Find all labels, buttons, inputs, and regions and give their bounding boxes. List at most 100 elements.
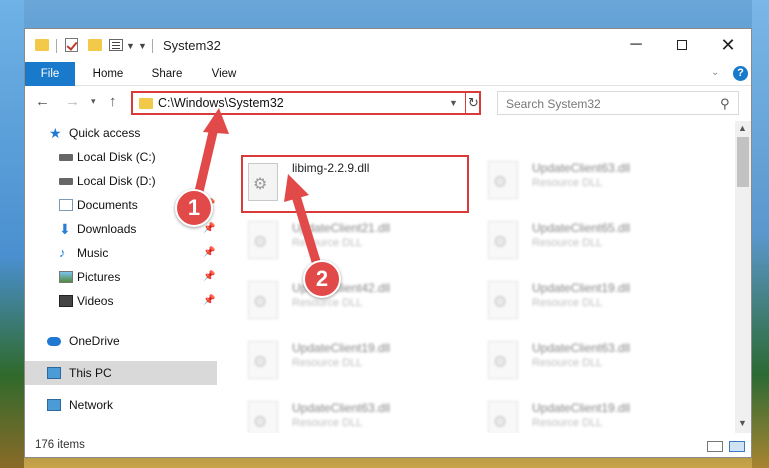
file-item[interactable]: UpdateClient21.dll Resource DLL [244,217,474,273]
navigation-bar: ← → ▾ ↑ C:\Windows\System32 ▼ ↻ Search S… [25,87,751,119]
videos-icon [59,295,73,307]
sidebar-item-music[interactable]: ♪ Music 📌 [25,241,217,265]
toolbar-separator [152,39,153,53]
new-folder-icon[interactable] [88,39,102,51]
drive-icon [59,154,73,161]
file-item[interactable]: UpdateClient19.dll Resource DLL [484,277,714,333]
maximize-icon [677,39,687,50]
dll-file-icon [488,161,518,199]
minimize-button[interactable]: ─ [613,29,659,61]
file-description: Resource DLL [292,417,363,429]
tab-home[interactable]: Home [83,62,133,86]
sidebar-item-this-pc[interactable]: This PC [25,361,217,385]
sidebar-item-onedrive[interactable]: OneDrive [25,329,217,353]
file-item[interactable]: UpdateClient63.dll Resource DLL [244,397,474,433]
sidebar-item-quick-access[interactable]: ★ Quick access [25,121,217,145]
cloud-icon [47,337,61,346]
properties-check-icon[interactable] [65,38,78,52]
dll-file-icon [248,341,278,379]
music-icon: ♪ [59,245,66,260]
sidebar-item-label: Network [69,398,114,412]
large-icons-view-icon[interactable] [729,441,745,452]
sidebar-item-videos[interactable]: Videos 📌 [25,289,217,313]
dll-file-icon [488,281,518,319]
file-name: UpdateClient21.dll [292,221,391,235]
drive-icon [59,178,73,185]
star-icon: ★ [49,125,62,141]
address-bar[interactable]: C:\Windows\System32 ▼ ↻ [131,91,481,115]
navigation-pane: ★ Quick access Local Disk (C:) Local Dis… [25,121,217,433]
file-description: Resource DLL [292,297,363,309]
forward-arrow-icon[interactable]: → [65,93,80,110]
dll-file-icon [488,221,518,259]
file-item[interactable]: UpdateClient42.dll Resource DLL [244,277,474,333]
sidebar-item-label: Quick access [69,126,141,140]
file-name: UpdateClient63.dll [532,341,631,355]
sidebar-item-label: Local Disk (C:) [77,150,156,164]
sidebar-item-label: OneDrive [69,334,120,348]
tab-file[interactable]: File [25,62,75,86]
file-description: Resource DLL [292,357,363,369]
vertical-scrollbar[interactable]: ▲ ▼ [735,121,751,433]
title-bar: ▼ ▼ System32 ─ ✕ [25,29,751,62]
file-description: Resource DLL [532,297,603,309]
sidebar-item-pictures[interactable]: Pictures 📌 [25,265,217,289]
chevron-down-icon[interactable]: ▼ [126,41,135,57]
pin-icon[interactable]: 📌 [203,265,215,289]
folder-icon [139,98,153,109]
sidebar-item-label: This PC [69,366,112,380]
file-item[interactable]: UpdateClient19.dll Resource DLL [484,397,714,433]
properties-list-icon[interactable] [109,39,123,51]
dll-file-icon [488,341,518,379]
file-explorer-window: ▼ ▼ System32 ─ ✕ File Home Share View ⌄ … [24,28,752,458]
file-item[interactable]: UpdateClient63.dll Resource DLL [484,337,714,393]
file-item[interactable]: UpdateClient65.dll Resource DLL [484,217,714,273]
search-box[interactable]: Search System32 ⚲ [497,91,739,115]
file-item[interactable]: UpdateClient63.dll Resource DLL [484,157,714,213]
status-bar: 176 items [25,433,751,459]
pin-icon[interactable]: 📌 [203,241,215,265]
up-arrow-icon[interactable]: ↑ [109,93,117,110]
toolbar-separator [56,39,57,53]
file-name: UpdateClient19.dll [292,341,391,355]
close-button[interactable]: ✕ [705,29,751,61]
computer-icon [47,367,61,379]
sidebar-item-label: Local Disk (D:) [77,174,156,188]
file-name: UpdateClient19.dll [532,401,631,415]
scroll-down-icon[interactable]: ▼ [738,418,747,428]
file-name: UpdateClient19.dll [532,281,631,295]
dll-file-icon [488,401,518,433]
search-icon[interactable]: ⚲ [720,96,730,112]
tab-view[interactable]: View [201,62,247,86]
step-one-badge: 1 [175,189,213,227]
item-count: 176 items [35,439,85,451]
address-dropdown-icon[interactable]: ▼ [449,98,458,108]
details-view-icon[interactable] [707,441,723,452]
refresh-icon[interactable]: ↻ [465,93,481,113]
folder-icon [35,39,49,51]
expand-ribbon-icon[interactable]: ⌄ [711,67,719,78]
address-path[interactable]: C:\Windows\System32 [158,96,284,110]
download-icon: ⬇ [59,221,71,237]
sidebar-item-network[interactable]: Network [25,393,217,417]
help-icon[interactable]: ? [733,66,748,81]
pin-icon[interactable]: 📌 [203,289,215,313]
scrollbar-thumb[interactable] [737,137,749,187]
customize-quick-access-icon[interactable]: ▼ [138,41,147,57]
scroll-up-icon[interactable]: ▲ [738,123,747,133]
sidebar-item-label: Pictures [77,270,121,284]
file-description: Resource DLL [532,357,603,369]
network-icon [47,399,61,411]
file-description: Resource DLL [532,237,603,249]
tab-share[interactable]: Share [143,62,191,86]
search-placeholder[interactable]: Search System32 [506,97,601,111]
maximize-button[interactable] [659,29,705,61]
recent-locations-icon[interactable]: ▾ [91,96,96,107]
file-item[interactable]: UpdateClient19.dll Resource DLL [244,337,474,393]
back-arrow-icon[interactable]: ← [35,93,50,110]
sidebar-item-local-disk-c[interactable]: Local Disk (C:) [25,145,217,169]
dll-file-icon [248,281,278,319]
file-description: Resource DLL [532,417,603,429]
pictures-icon [59,271,73,283]
sidebar-item-label: Videos [77,294,114,308]
